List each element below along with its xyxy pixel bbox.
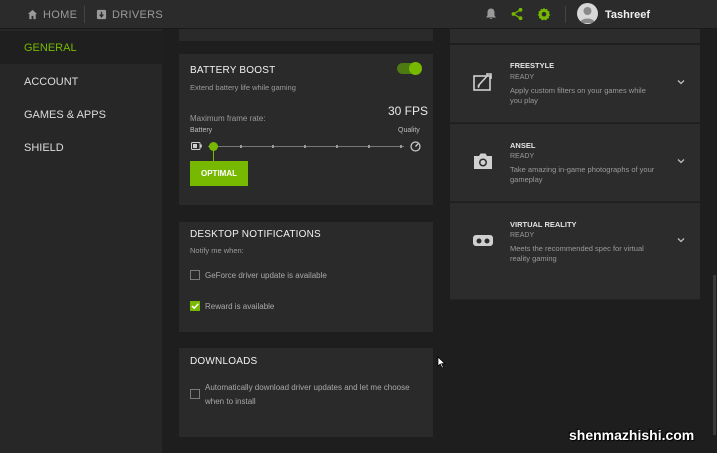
features-panel-top bbox=[450, 29, 700, 43]
drivers-tab[interactable]: DRIVERS bbox=[96, 0, 163, 29]
slider-tick bbox=[304, 145, 306, 148]
drivers-label: DRIVERS bbox=[112, 8, 163, 21]
account-divider bbox=[565, 6, 566, 23]
feature-status: READY bbox=[510, 232, 535, 239]
chevron-down-icon[interactable] bbox=[676, 236, 686, 244]
feature-desc-line2: gameplay bbox=[510, 175, 543, 184]
toggle-knob bbox=[409, 62, 422, 75]
feature-desc-line1: Apply custom filters on your games while bbox=[510, 86, 646, 95]
feature-desc-line2: reality gaming bbox=[510, 254, 557, 263]
feature-desc: Take amazing in-game photographs of your… bbox=[510, 165, 675, 185]
reward-checkbox[interactable] bbox=[190, 301, 200, 311]
sidebar-item-shield[interactable]: SHIELD bbox=[0, 131, 162, 164]
battery-icon bbox=[191, 142, 202, 150]
driver-update-label[interactable]: GeForce driver update is available bbox=[205, 269, 327, 282]
feature-title: ANSEL bbox=[510, 141, 536, 150]
slider-tick bbox=[400, 145, 402, 148]
watermark-text: shenmazhishi.com bbox=[569, 427, 695, 443]
settings-gear-icon[interactable] bbox=[537, 7, 551, 21]
feature-desc-line2: you play bbox=[510, 96, 538, 105]
feature-virtual-reality[interactable]: VIRTUAL REALITY READY Meets the recommen… bbox=[450, 203, 700, 300]
quality-gauge-icon bbox=[410, 141, 421, 152]
share-icon[interactable] bbox=[510, 7, 524, 21]
battery-label: Battery bbox=[190, 127, 213, 134]
optimal-button[interactable]: OPTIMAL bbox=[190, 161, 248, 186]
auto-download-label-line1[interactable]: Automatically download driver updates an… bbox=[205, 381, 410, 394]
slider-tick bbox=[240, 145, 242, 148]
quality-label: Quality bbox=[398, 127, 420, 134]
username[interactable]: Tashreef bbox=[605, 0, 650, 29]
auto-download-checkbox[interactable] bbox=[190, 389, 200, 399]
feature-desc-line1: Meets the recommended spec for virtual bbox=[510, 244, 644, 253]
feature-desc: Apply custom filters on your games while… bbox=[510, 86, 675, 106]
feature-status: READY bbox=[510, 74, 535, 81]
reward-label[interactable]: Reward is available bbox=[205, 300, 274, 313]
battery-boost-subtitle: Extend battery life while gaming bbox=[190, 83, 296, 92]
feature-title: FREESTYLE bbox=[510, 61, 555, 70]
mouse-cursor-icon bbox=[437, 356, 446, 369]
notify-me-label: Notify me when: bbox=[190, 246, 244, 255]
feature-desc-line1: Take amazing in-game photographs of your bbox=[510, 165, 655, 174]
driver-update-checkbox[interactable] bbox=[190, 270, 200, 280]
chevron-down-icon[interactable] bbox=[676, 78, 686, 86]
battery-boost-toggle[interactable] bbox=[397, 62, 422, 75]
vr-headset-icon bbox=[473, 235, 493, 246]
chevron-down-icon[interactable] bbox=[676, 157, 686, 165]
camera-icon bbox=[474, 153, 492, 169]
bell-icon[interactable] bbox=[484, 7, 498, 21]
scrollbar-thumb[interactable] bbox=[713, 275, 716, 435]
home-label: HOME bbox=[43, 8, 78, 21]
frame-rate-slider-track[interactable] bbox=[208, 146, 404, 147]
home-icon bbox=[27, 9, 38, 20]
feature-status: READY bbox=[510, 153, 535, 160]
user-avatar-icon bbox=[580, 7, 595, 23]
sidebar: GENERAL ACCOUNT GAMES & APPS SHIELD bbox=[0, 29, 162, 453]
feature-desc: Meets the recommended spec for virtual re… bbox=[510, 244, 675, 264]
desktop-notifications-title: DESKTOP NOTIFICATIONS bbox=[190, 229, 321, 240]
checkmark-icon bbox=[191, 303, 199, 310]
top-bar: HOME DRIVERS Tashreef bbox=[0, 0, 717, 29]
freestyle-icon bbox=[473, 73, 492, 91]
slider-tick bbox=[336, 145, 338, 148]
fps-value: 30 FPS bbox=[388, 104, 429, 118]
previous-section-card bbox=[179, 29, 433, 41]
avatar[interactable] bbox=[577, 3, 598, 24]
battery-boost-title: BATTERY BOOST bbox=[190, 65, 276, 76]
slider-thumb-stem bbox=[213, 150, 214, 161]
feature-title: VIRTUAL REALITY bbox=[510, 220, 577, 229]
sidebar-item-general[interactable]: GENERAL bbox=[0, 31, 162, 64]
auto-download-label-line2[interactable]: when to install bbox=[205, 395, 256, 408]
sidebar-item-account[interactable]: ACCOUNT bbox=[0, 65, 162, 98]
feature-freestyle[interactable]: FREESTYLE READY Apply custom filters on … bbox=[450, 45, 700, 123]
max-frame-rate-label: Maximum frame rate: bbox=[190, 114, 266, 123]
feature-ansel[interactable]: ANSEL READY Take amazing in-game photogr… bbox=[450, 124, 700, 202]
slider-tick bbox=[368, 145, 370, 148]
nav-divider bbox=[84, 6, 85, 23]
home-tab[interactable]: HOME bbox=[27, 0, 77, 29]
downloads-title: DOWNLOADS bbox=[190, 356, 258, 367]
drivers-icon bbox=[96, 9, 107, 20]
sidebar-item-games-apps[interactable]: GAMES & APPS bbox=[0, 98, 162, 131]
slider-tick bbox=[272, 145, 274, 148]
